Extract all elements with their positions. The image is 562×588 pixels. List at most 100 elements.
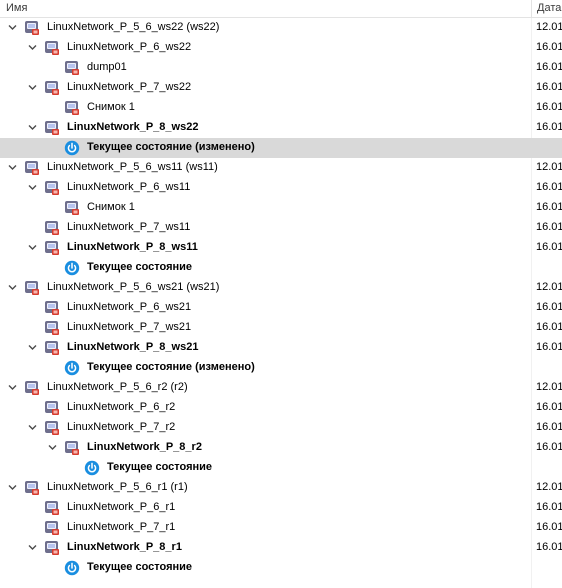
row-label: LinuxNetwork_P_6_ws22 xyxy=(67,41,192,53)
vm-icon xyxy=(24,380,40,396)
chevron-down-icon[interactable] xyxy=(27,182,38,193)
vm-icon xyxy=(44,520,60,536)
snapshot-row[interactable]: LinuxNetwork_P_6_ws22 16.01 xyxy=(0,38,562,58)
column-divider[interactable] xyxy=(531,0,532,17)
row-label: LinuxNetwork_P_6_ws21 xyxy=(67,301,192,313)
vm-icon xyxy=(44,320,60,336)
row-date: 16.01 xyxy=(536,421,562,433)
snapshot-row[interactable]: LinuxNetwork_P_5_6_ws22 (ws22) 12.01 xyxy=(0,18,562,38)
chevron-down-icon[interactable] xyxy=(7,22,18,33)
snapshot-row[interactable]: LinuxNetwork_P_7_ws22 16.01 xyxy=(0,78,562,98)
row-date: 16.01 xyxy=(536,121,562,133)
vm-icon xyxy=(44,120,60,136)
chevron-down-icon[interactable] xyxy=(7,162,18,173)
vm-icon xyxy=(44,500,60,516)
row-label: LinuxNetwork_P_5_6_r1 (r1) xyxy=(47,481,188,493)
row-date: 16.01 xyxy=(536,301,562,313)
chevron-down-icon[interactable] xyxy=(27,122,38,133)
row-label: LinuxNetwork_P_6_r2 xyxy=(67,401,176,413)
row-date: 12.01 xyxy=(536,21,562,33)
snapshot-row[interactable]: LinuxNetwork_P_8_ws22 16.01 xyxy=(0,118,562,138)
vm-icon xyxy=(24,280,40,296)
vm-icon xyxy=(64,200,80,216)
row-label: LinuxNetwork_P_5_6_r2 (r2) xyxy=(47,381,188,393)
vm-icon xyxy=(44,220,60,236)
power-icon xyxy=(64,260,80,276)
snapshot-row[interactable]: LinuxNetwork_P_7_r1 16.01 xyxy=(0,518,562,538)
current-state-row[interactable]: Текущее состояние xyxy=(0,458,562,478)
vm-icon xyxy=(24,480,40,496)
chevron-down-icon[interactable] xyxy=(47,442,58,453)
row-date: 16.01 xyxy=(536,41,562,53)
row-date: 16.01 xyxy=(536,341,562,353)
row-label: Снимок 1 xyxy=(87,201,135,213)
snapshot-row[interactable]: LinuxNetwork_P_8_ws21 16.01 xyxy=(0,338,562,358)
snapshot-row[interactable]: LinuxNetwork_P_6_ws11 16.01 xyxy=(0,178,562,198)
row-label: LinuxNetwork_P_8_ws21 xyxy=(67,341,199,353)
row-date: 16.01 xyxy=(536,181,562,193)
row-date: 16.01 xyxy=(536,401,562,413)
power-icon xyxy=(64,140,80,156)
vm-icon xyxy=(44,540,60,556)
row-date: 16.01 xyxy=(536,101,562,113)
row-date: 16.01 xyxy=(536,241,562,253)
row-date: 16.01 xyxy=(536,501,562,513)
snapshot-row[interactable]: Снимок 1 16.01 xyxy=(0,98,562,118)
column-header-date[interactable]: Дата xyxy=(537,2,561,14)
row-date: 12.01 xyxy=(536,281,562,293)
row-label: LinuxNetwork_P_5_6_ws22 (ws22) xyxy=(47,21,220,33)
chevron-down-icon[interactable] xyxy=(27,42,38,53)
column-header: Имя Дата xyxy=(0,0,562,18)
snapshot-row[interactable]: LinuxNetwork_P_6_ws21 16.01 xyxy=(0,298,562,318)
row-date: 16.01 xyxy=(536,441,562,453)
chevron-down-icon[interactable] xyxy=(27,242,38,253)
current-state-row[interactable]: Текущее состояние (изменено) xyxy=(0,358,562,378)
row-date: 12.01 xyxy=(536,481,562,493)
chevron-down-icon[interactable] xyxy=(27,422,38,433)
power-icon xyxy=(64,360,80,376)
vm-icon xyxy=(24,160,40,176)
row-label: LinuxNetwork_P_8_ws22 xyxy=(67,121,199,133)
snapshot-row[interactable]: LinuxNetwork_P_7_ws11 16.01 xyxy=(0,218,562,238)
row-label: LinuxNetwork_P_8_ws11 xyxy=(67,241,198,253)
row-label: Текущее состояние xyxy=(87,561,193,573)
snapshot-row[interactable]: LinuxNetwork_P_7_ws21 16.01 xyxy=(0,318,562,338)
snapshot-row[interactable]: LinuxNetwork_P_5_6_r1 (r1) 12.01 xyxy=(0,478,562,498)
row-label: Текущее состояние xyxy=(107,461,213,473)
snapshot-tree: LinuxNetwork_P_5_6_ws22 (ws22) 12.01 Linu… xyxy=(0,18,562,578)
snapshot-row[interactable]: LinuxNetwork_P_8_r2 16.01 xyxy=(0,438,562,458)
chevron-down-icon[interactable] xyxy=(7,282,18,293)
vm-icon xyxy=(44,340,60,356)
current-state-row[interactable]: Текущее состояние (изменено) xyxy=(0,138,562,158)
current-state-row[interactable]: Текущее состояние xyxy=(0,258,562,278)
row-date: 12.01 xyxy=(536,381,562,393)
snapshot-row[interactable]: LinuxNetwork_P_5_6_ws21 (ws21) 12.01 xyxy=(0,278,562,298)
current-state-row[interactable]: Текущее состояние xyxy=(0,558,562,578)
row-date: 16.01 xyxy=(536,521,562,533)
chevron-down-icon[interactable] xyxy=(27,542,38,553)
chevron-down-icon[interactable] xyxy=(7,382,18,393)
row-label: LinuxNetwork_P_7_ws22 xyxy=(67,81,192,93)
snapshot-row[interactable]: LinuxNetwork_P_5_6_r2 (r2) 12.01 xyxy=(0,378,562,398)
row-label: LinuxNetwork_P_5_6_ws11 (ws11) xyxy=(47,161,218,173)
snapshot-row[interactable]: LinuxNetwork_P_5_6_ws11 (ws11) 12.01 xyxy=(0,158,562,178)
snapshot-row[interactable]: dump01 16.01 xyxy=(0,58,562,78)
snapshot-row[interactable]: Снимок 1 16.01 xyxy=(0,198,562,218)
chevron-down-icon[interactable] xyxy=(27,342,38,353)
snapshot-row[interactable]: LinuxNetwork_P_8_ws11 16.01 xyxy=(0,238,562,258)
row-date: 16.01 xyxy=(536,541,562,553)
snapshot-row[interactable]: LinuxNetwork_P_7_r2 16.01 xyxy=(0,418,562,438)
vm-icon xyxy=(44,80,60,96)
column-header-name[interactable]: Имя xyxy=(6,2,27,14)
snapshot-row[interactable]: LinuxNetwork_P_6_r2 16.01 xyxy=(0,398,562,418)
chevron-down-icon[interactable] xyxy=(7,482,18,493)
row-label: dump01 xyxy=(87,61,127,73)
vm-icon xyxy=(64,60,80,76)
row-date: 16.01 xyxy=(536,61,562,73)
row-date: 16.01 xyxy=(536,221,562,233)
chevron-down-icon[interactable] xyxy=(27,82,38,93)
snapshot-row[interactable]: LinuxNetwork_P_8_r1 16.01 xyxy=(0,538,562,558)
row-date: 16.01 xyxy=(536,321,562,333)
snapshot-row[interactable]: LinuxNetwork_P_6_r1 16.01 xyxy=(0,498,562,518)
row-label: LinuxNetwork_P_8_r1 xyxy=(67,541,182,553)
